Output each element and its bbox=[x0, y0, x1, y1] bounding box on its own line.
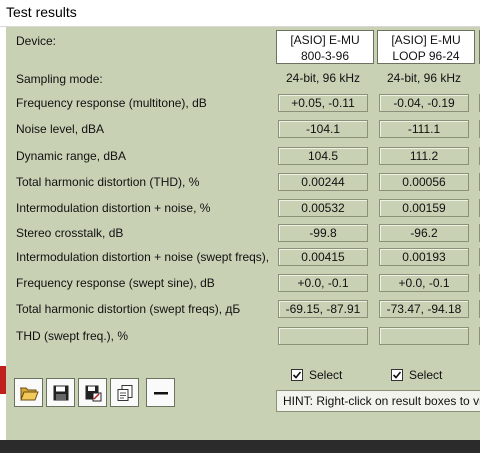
result-box[interactable]: 0.00532 bbox=[278, 199, 368, 217]
result-box[interactable]: +0.0, -0.1 bbox=[379, 274, 469, 292]
result-box[interactable]: -104.1 bbox=[278, 120, 368, 138]
result-box[interactable]: 0.00159 bbox=[379, 199, 469, 217]
result-box[interactable] bbox=[379, 327, 469, 345]
row-label: Intermodulation distortion + noise (swep… bbox=[16, 250, 270, 264]
row-label: Frequency response (swept sine), dB bbox=[16, 276, 215, 290]
select-device-2[interactable]: Select bbox=[391, 368, 442, 382]
remove-button[interactable] bbox=[146, 378, 175, 407]
row-label: Frequency response (multitone), dB bbox=[16, 96, 207, 110]
folder-open-icon bbox=[19, 387, 39, 400]
row-label: Dynamic range, dBA bbox=[16, 149, 127, 163]
select-checkbox-1[interactable] bbox=[291, 369, 303, 381]
floppy-disk-edit-icon bbox=[85, 385, 101, 401]
row-label: Noise level, dBA bbox=[16, 122, 105, 136]
device-1-model: 800-3-96 bbox=[300, 49, 350, 63]
row-label: Intermodulation distortion + noise, % bbox=[16, 201, 211, 215]
test-results-window: Test results Device: [ASIO] E-MU 800-3-9… bbox=[0, 0, 480, 440]
select-label-1: Select bbox=[309, 368, 343, 382]
device-header-1[interactable]: [ASIO] E-MU 800-3-96 bbox=[276, 30, 374, 64]
floppy-disk-icon bbox=[53, 385, 68, 400]
save-as-button[interactable] bbox=[78, 378, 107, 407]
result-box[interactable]: -111.1 bbox=[379, 120, 469, 138]
device-header-2[interactable]: [ASIO] E-MU LOOP 96-24 bbox=[377, 30, 475, 64]
row-label: Stereo crosstalk, dB bbox=[16, 226, 124, 240]
result-box[interactable]: 104.5 bbox=[278, 147, 368, 165]
device-1-name: [ASIO] E-MU bbox=[290, 33, 360, 47]
result-box[interactable]: -96.2 bbox=[379, 224, 469, 242]
result-box[interactable]: -73.47, -94.18 bbox=[379, 300, 469, 318]
results-panel: Device: [ASIO] E-MU 800-3-96 [ASIO] E-MU… bbox=[6, 27, 480, 440]
result-box[interactable]: +0.05, -0.11 bbox=[278, 94, 368, 112]
checkmark-icon bbox=[292, 371, 302, 379]
result-box[interactable]: -0.04, -0.19 bbox=[379, 94, 469, 112]
device-2-model: LOOP 96-24 bbox=[392, 49, 460, 63]
select-label-2: Select bbox=[409, 368, 443, 382]
result-box[interactable]: 0.00415 bbox=[278, 248, 368, 266]
copy-button[interactable] bbox=[110, 378, 139, 407]
row-label: THD (swept freq.), % bbox=[16, 329, 129, 343]
row-label: Total harmonic distortion (swept freqs),… bbox=[16, 302, 241, 316]
window-title: Test results bbox=[6, 4, 77, 20]
result-box[interactable]: 0.00244 bbox=[278, 173, 368, 191]
select-checkbox-2[interactable] bbox=[391, 369, 403, 381]
select-device-1[interactable]: Select bbox=[291, 368, 342, 382]
result-box[interactable]: +0.0, -0.1 bbox=[278, 274, 368, 292]
result-box[interactable] bbox=[278, 327, 368, 345]
result-box[interactable]: 0.00056 bbox=[379, 173, 469, 191]
open-button[interactable] bbox=[14, 378, 43, 407]
taskbar-strip bbox=[0, 440, 480, 453]
checkmark-icon bbox=[392, 371, 402, 379]
row-label: Total harmonic distortion (THD), % bbox=[16, 175, 200, 189]
result-box[interactable]: -99.8 bbox=[278, 224, 368, 242]
result-box[interactable]: 111.2 bbox=[379, 147, 469, 165]
sampling-mode-label: Sampling mode: bbox=[16, 72, 103, 86]
hint-text: HINT: Right-click on result boxes to vie… bbox=[276, 390, 480, 412]
device-2-name: [ASIO] E-MU bbox=[391, 33, 461, 47]
minus-icon bbox=[153, 391, 168, 394]
copy-pages-icon bbox=[117, 384, 132, 401]
result-box[interactable]: -69.15, -87.91 bbox=[278, 300, 368, 318]
sampling-mode-value-1: 24-bit, 96 kHz bbox=[285, 71, 361, 85]
sampling-mode-value-2: 24-bit, 96 kHz bbox=[386, 71, 462, 85]
device-label: Device: bbox=[16, 34, 57, 48]
left-edge-marker bbox=[0, 366, 6, 394]
title-bar: Test results bbox=[0, 0, 480, 27]
result-box[interactable]: 0.00193 bbox=[379, 248, 469, 266]
save-button[interactable] bbox=[46, 378, 75, 407]
